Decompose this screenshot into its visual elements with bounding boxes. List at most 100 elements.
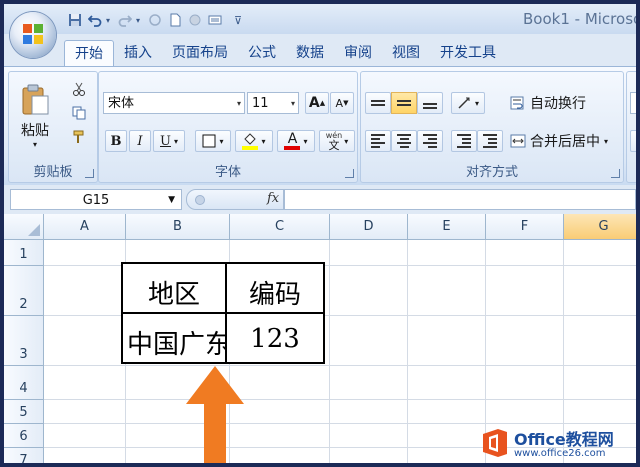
align-middle-icon xyxy=(397,100,411,106)
row-header-7[interactable]: 7 xyxy=(4,448,44,463)
number-format-combo[interactable] xyxy=(630,92,636,114)
font-color-button[interactable]: A ▾ xyxy=(277,130,315,152)
clipboard-launcher-icon[interactable] xyxy=(85,169,94,178)
font-name-combo[interactable]: 宋体 ▾ xyxy=(103,92,245,114)
font-size-combo[interactable]: 11 ▾ xyxy=(247,92,299,114)
increase-indent-icon xyxy=(483,134,497,148)
tab-home[interactable]: 开始 xyxy=(64,40,114,67)
new-icon[interactable] xyxy=(166,11,184,29)
cut-button[interactable] xyxy=(67,78,91,100)
office-button[interactable] xyxy=(10,12,56,58)
tab-page-layout[interactable]: 页面布局 xyxy=(162,40,238,66)
phonetic-dropdown-icon: ▾ xyxy=(344,136,349,146)
align-center-icon xyxy=(397,134,411,148)
watermark-brand: Office教程网 xyxy=(514,430,614,449)
align-bottom-button[interactable] xyxy=(417,92,443,114)
align-right-button[interactable] xyxy=(417,130,443,152)
cell-b2[interactable]: 地区 xyxy=(121,262,227,314)
circle-icon[interactable] xyxy=(146,11,164,29)
cell-c2[interactable]: 编码 xyxy=(225,262,325,314)
formula-bar-handle-icon[interactable] xyxy=(195,195,205,205)
redo-icon[interactable] xyxy=(116,11,134,29)
font-launcher-icon[interactable] xyxy=(345,169,354,178)
tab-formulas[interactable]: 公式 xyxy=(238,40,286,66)
clipboard-group: 粘贴 ▾ 剪贴板 xyxy=(8,71,98,183)
customize-qat-icon[interactable]: ⊽ xyxy=(234,14,242,27)
merge-center-button[interactable]: 合并后居中 ▾ xyxy=(509,130,621,152)
bold-button[interactable]: B xyxy=(105,130,127,152)
column-header-f[interactable]: F xyxy=(486,214,564,240)
shrink-font-label: A xyxy=(335,96,344,110)
column-header-a[interactable]: A xyxy=(44,214,126,240)
scissors-icon xyxy=(73,82,85,96)
number-format-button[interactable] xyxy=(630,130,636,152)
align-left-icon xyxy=(371,134,385,148)
annotation-arrow xyxy=(186,366,244,463)
insert-function-button[interactable]: fx xyxy=(267,191,279,206)
wrap-text-button[interactable]: 自动换行 xyxy=(509,92,605,114)
text-orientation-icon xyxy=(458,97,470,109)
cell-b3-text: 中国广东 xyxy=(127,330,225,360)
row-header-3[interactable]: 3 xyxy=(4,316,44,366)
grow-font-button[interactable]: A ▲ xyxy=(305,92,329,114)
row-header-1[interactable]: 1 xyxy=(4,240,44,266)
undo-icon[interactable] xyxy=(86,11,104,29)
tab-view[interactable]: 视图 xyxy=(382,40,430,66)
row-header-2[interactable]: 2 xyxy=(4,266,44,316)
formula-input[interactable] xyxy=(284,189,636,210)
row-header-6[interactable]: 6 xyxy=(4,424,44,448)
column-header-c[interactable]: C xyxy=(230,214,330,240)
copy-button[interactable] xyxy=(67,102,91,124)
align-middle-button[interactable] xyxy=(391,92,417,114)
row-header-5[interactable]: 5 xyxy=(4,400,44,424)
name-box[interactable]: G15 ▼ xyxy=(10,189,182,210)
cell-b3[interactable]: 中国广东 xyxy=(121,312,227,364)
column-header-e[interactable]: E xyxy=(408,214,486,240)
borders-button[interactable]: ▾ xyxy=(195,130,231,152)
shrink-font-button[interactable]: A ▼ xyxy=(330,92,354,114)
align-center-button[interactable] xyxy=(391,130,417,152)
decrease-indent-icon xyxy=(457,134,471,148)
formula-bar: G15 ▼ fx xyxy=(4,185,636,213)
tab-developer[interactable]: 开发工具 xyxy=(430,40,506,66)
alignment-launcher-icon[interactable] xyxy=(611,169,620,178)
align-left-button[interactable] xyxy=(365,130,391,152)
column-header-g[interactable]: G xyxy=(564,214,636,240)
copy-icon xyxy=(72,106,86,120)
cell-c3[interactable]: 123 xyxy=(225,312,325,364)
font-color-icon: A xyxy=(284,132,301,150)
borders-icon xyxy=(202,134,216,148)
merge-center-label: 合并后居中 xyxy=(530,134,600,150)
underline-button[interactable]: U ▾ xyxy=(153,130,185,152)
paste-label: 粘贴 xyxy=(21,122,49,139)
decrease-indent-button[interactable] xyxy=(451,130,477,152)
fill-color-button[interactable]: ▾ xyxy=(235,130,273,152)
align-bottom-icon xyxy=(423,103,437,109)
merge-center-icon xyxy=(510,134,526,148)
increase-indent-button[interactable] xyxy=(477,130,503,152)
print-icon[interactable] xyxy=(186,11,204,29)
align-top-button[interactable] xyxy=(365,92,391,114)
title-bar: ▾ ▾ ⊽ Book1 - Microso xyxy=(4,4,636,34)
paste-button[interactable]: 粘贴 ▾ xyxy=(15,78,55,154)
print-preview-icon[interactable] xyxy=(206,11,224,29)
orientation-button[interactable]: ▾ xyxy=(451,92,485,114)
format-painter-button[interactable] xyxy=(67,126,91,148)
row-header-4[interactable]: 4 xyxy=(4,366,44,400)
undo-dropdown-icon[interactable]: ▾ xyxy=(106,16,114,25)
name-box-dropdown-icon[interactable]: ▼ xyxy=(168,190,175,211)
select-all-corner[interactable] xyxy=(4,214,44,240)
save-icon[interactable] xyxy=(66,11,84,29)
tab-insert[interactable]: 插入 xyxy=(114,40,162,66)
formula-controls: fx xyxy=(186,189,284,210)
italic-button[interactable]: I xyxy=(129,130,151,152)
orientation-dropdown-icon: ▾ xyxy=(474,98,479,108)
number-group-partial xyxy=(626,71,636,183)
redo-dropdown-icon[interactable]: ▾ xyxy=(136,16,144,25)
tab-data[interactable]: 数据 xyxy=(286,40,334,66)
column-header-b[interactable]: B xyxy=(126,214,230,240)
tab-review[interactable]: 审阅 xyxy=(334,40,382,66)
font-name-dropdown-icon: ▾ xyxy=(236,99,241,108)
phonetic-button[interactable]: wén 文 ▾ xyxy=(319,130,355,152)
column-header-d[interactable]: D xyxy=(330,214,408,240)
